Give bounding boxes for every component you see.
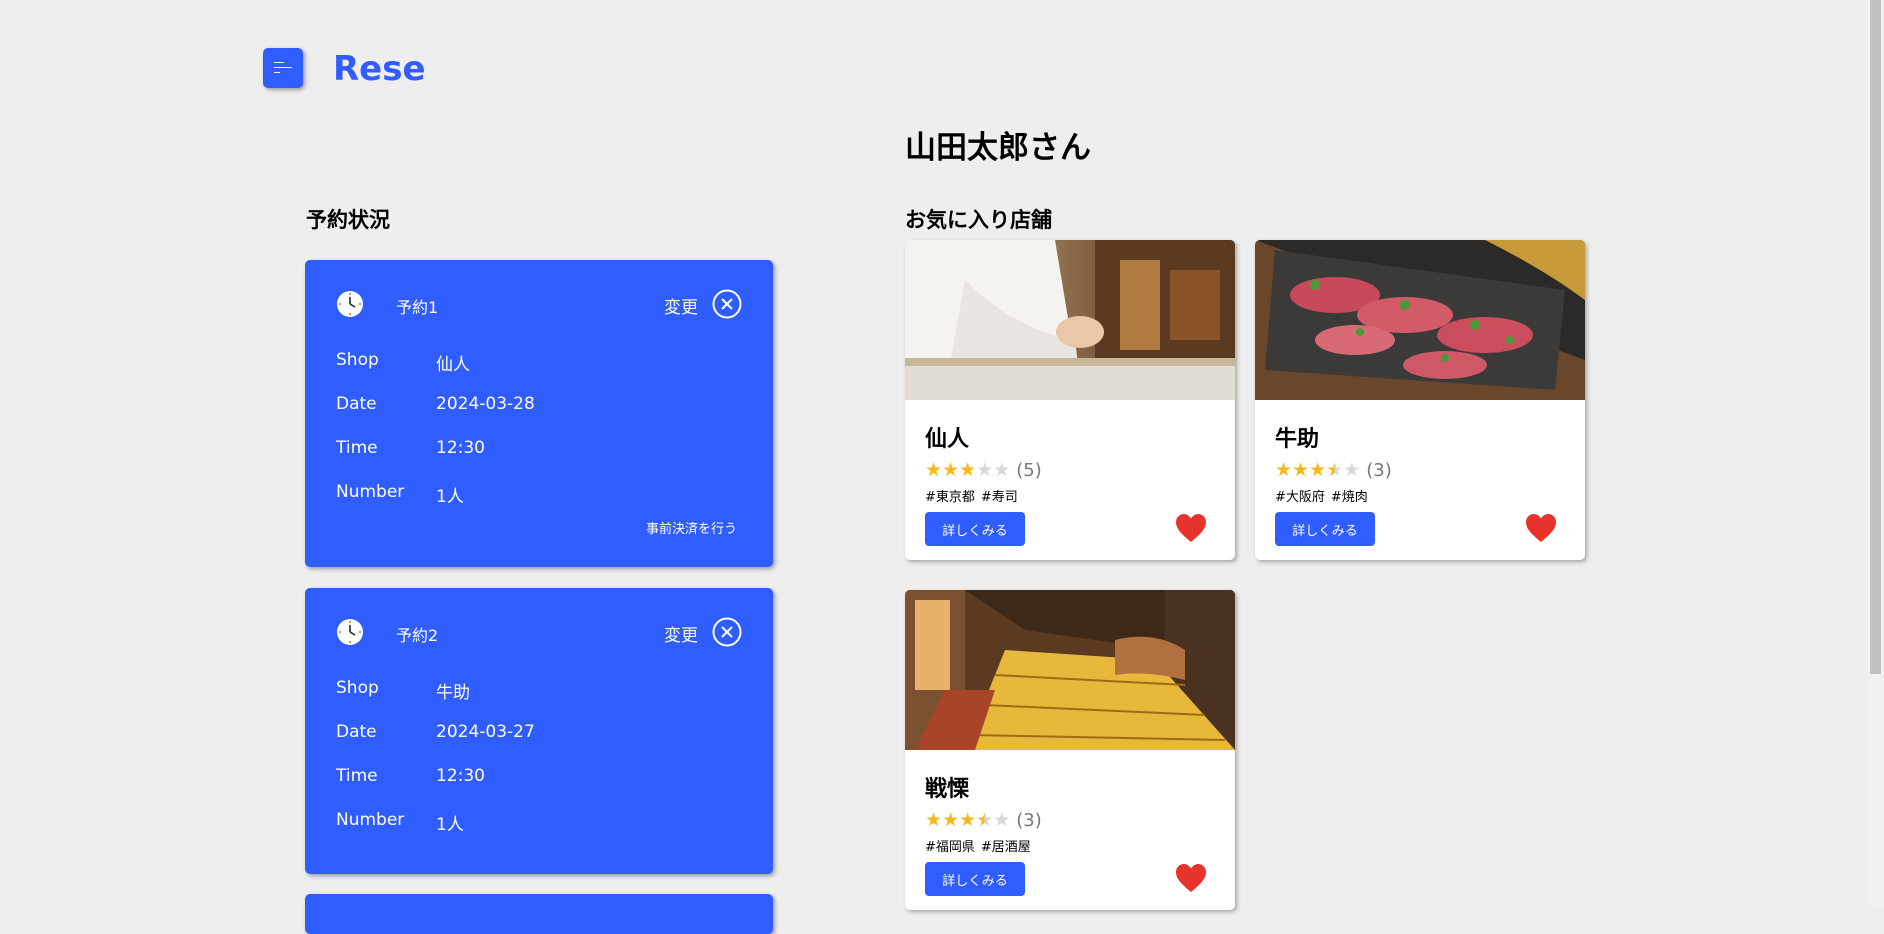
star-icon: ★ — [976, 459, 994, 481]
tag-list: #福岡県 #居酒屋 — [925, 836, 1037, 855]
favorites-title: お気に入り店舗 — [905, 208, 1052, 232]
area-tag: #福岡県 — [925, 840, 975, 855]
shop-image[interactable] — [905, 590, 1235, 750]
star-icon: ★ — [925, 459, 943, 481]
reservations-title: 予約状況 — [306, 208, 390, 232]
prepay-link[interactable]: 事前決済を行う — [646, 518, 737, 537]
star-icon: ★ — [1343, 459, 1361, 481]
star-icon: ★ — [993, 459, 1011, 481]
reservation-card: 予約1 変更 Shop 仙人 Date 2024-03-28 Time 12:3… — [305, 260, 773, 567]
shop-name: 仙人 — [925, 427, 970, 452]
details-button[interactable]: 詳しくみる — [925, 512, 1025, 546]
area-tag: #東京都 — [925, 490, 975, 505]
shop-card: 戦慄 ★★★★★ (3) #福岡県 #居酒屋 詳しくみる — [905, 590, 1235, 910]
menu-icon-line — [274, 72, 280, 73]
row-value: 1人 — [436, 487, 464, 507]
menu-icon-line — [274, 62, 284, 63]
star-icon: ★ — [993, 809, 1011, 831]
tag-list: #東京都 #寿司 — [925, 486, 1024, 505]
reservation-card: 予約2 変更 Shop 牛助 Date 2024-03-27 Time 12:3… — [305, 588, 773, 874]
row-key: Date — [336, 722, 377, 742]
shop-name: 牛助 — [1275, 427, 1320, 452]
star-icon: ★ — [1326, 459, 1344, 481]
row-value: 2024-03-27 — [436, 722, 535, 742]
genre-tag: #焼肉 — [1330, 490, 1368, 505]
reservation-label: 予約2 — [396, 626, 439, 645]
genre-tag: #寿司 — [980, 490, 1018, 505]
row-value: 仙人 — [436, 355, 470, 375]
star-icon: ★ — [942, 459, 960, 481]
details-button[interactable]: 詳しくみる — [925, 862, 1025, 896]
row-value: 1人 — [436, 815, 464, 835]
row-key: Date — [336, 394, 377, 414]
rating: ★★★★★ (3) — [925, 809, 1042, 832]
shop-name: 戦慄 — [925, 777, 970, 802]
clock-icon — [337, 291, 363, 317]
star-icon: ★ — [959, 459, 977, 481]
row-key: Time — [336, 438, 378, 458]
star-icon: ★ — [925, 809, 943, 831]
row-key: Number — [336, 482, 405, 502]
genre-tag: #居酒屋 — [980, 840, 1031, 855]
reservation-card — [305, 894, 773, 934]
tag-list: #大阪府 #焼肉 — [1275, 486, 1374, 505]
row-value: 12:30 — [436, 766, 485, 786]
rating-stars: ★★★★★ — [1275, 459, 1360, 481]
star-icon: ★ — [959, 809, 977, 831]
heart-icon[interactable] — [1175, 513, 1207, 543]
row-value: 牛助 — [436, 683, 470, 703]
menu-icon-line — [274, 67, 292, 68]
change-button[interactable]: 変更 — [664, 293, 698, 318]
star-icon: ★ — [1309, 459, 1327, 481]
star-icon: ★ — [1292, 459, 1310, 481]
rating: ★★★★★ (5) — [925, 459, 1042, 482]
row-key: Time — [336, 766, 378, 786]
rating-stars: ★★★★★ — [925, 809, 1010, 831]
row-key: Shop — [336, 678, 379, 698]
review-count: (3) — [1016, 810, 1042, 831]
shop-card: 仙人 ★★★★★ (5) #東京都 #寿司 詳しくみる — [905, 240, 1235, 560]
details-button[interactable]: 詳しくみる — [1275, 512, 1375, 546]
review-count: (5) — [1016, 460, 1042, 481]
row-key: Number — [336, 810, 405, 830]
shop-image[interactable] — [905, 240, 1235, 400]
star-icon: ★ — [1275, 459, 1293, 481]
star-icon: ★ — [976, 809, 994, 831]
heart-icon[interactable] — [1175, 863, 1207, 893]
cancel-reservation-icon[interactable] — [712, 617, 742, 647]
menu-button[interactable] — [263, 48, 303, 88]
shop-card: 牛助 ★★★★★ (3) #大阪府 #焼肉 詳しくみる — [1255, 240, 1585, 560]
area-tag: #大阪府 — [1275, 490, 1325, 505]
logo: Rese — [333, 49, 426, 89]
shop-image[interactable] — [1255, 240, 1585, 400]
rating: ★★★★★ (3) — [1275, 459, 1392, 482]
review-count: (3) — [1366, 460, 1392, 481]
change-button[interactable]: 変更 — [664, 621, 698, 646]
clock-icon — [337, 619, 363, 645]
scrollbar[interactable] — [1867, 0, 1884, 906]
rating-stars: ★★★★★ — [925, 459, 1010, 481]
heart-icon[interactable] — [1525, 513, 1557, 543]
row-value: 2024-03-28 — [436, 394, 535, 414]
cancel-reservation-icon[interactable] — [712, 289, 742, 319]
scrollbar-thumb[interactable] — [1870, 0, 1881, 674]
row-value: 12:30 — [436, 438, 485, 458]
row-key: Shop — [336, 350, 379, 370]
page-title: 山田太郎さん — [905, 130, 1091, 166]
star-icon: ★ — [942, 809, 960, 831]
reservation-label: 予約1 — [396, 298, 439, 317]
